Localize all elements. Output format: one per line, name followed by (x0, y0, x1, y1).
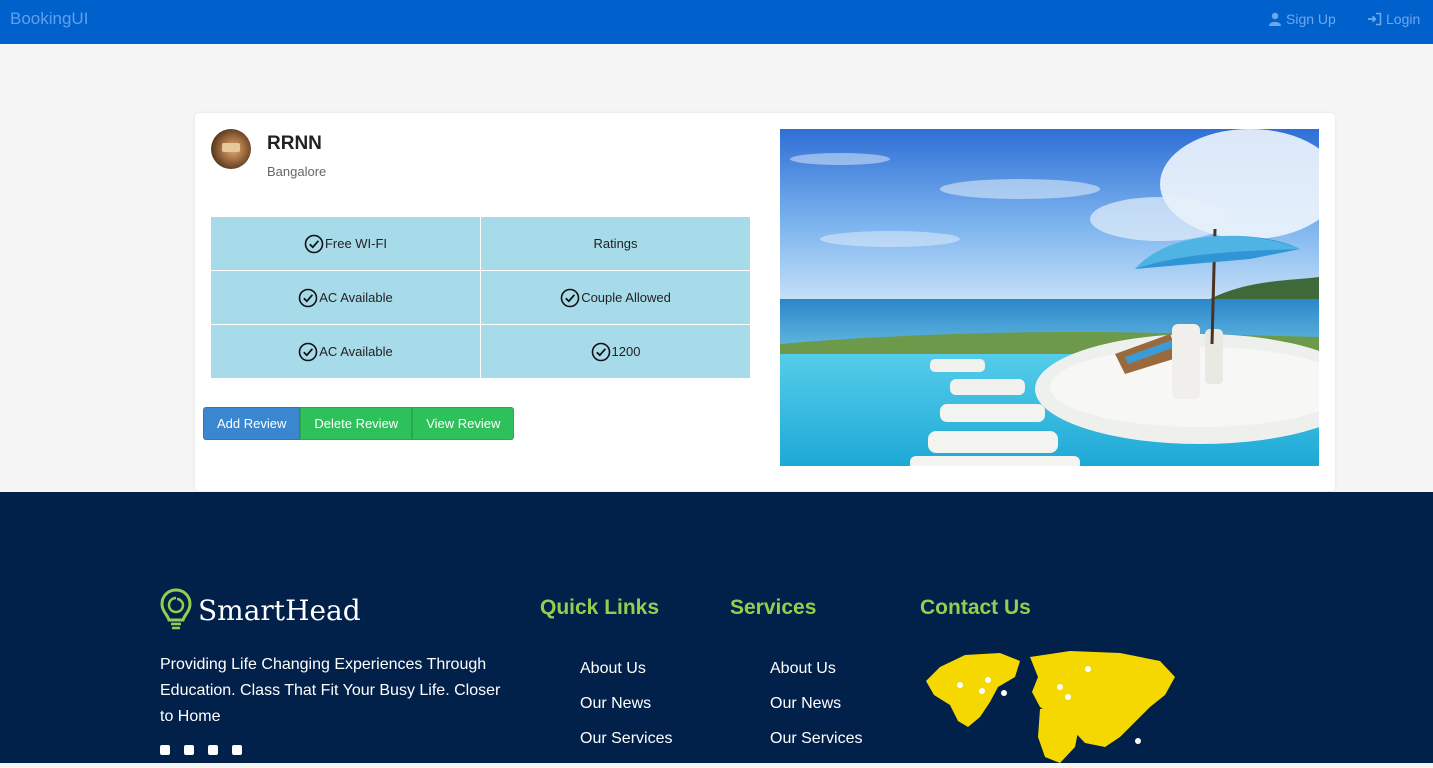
hotel-city: Bangalore (267, 164, 327, 179)
login-label: Login (1386, 11, 1421, 27)
contact-heading: Contact Us (920, 596, 1031, 619)
quick-links-list: About Us Our News Our Services (580, 660, 672, 765)
brand-link[interactable]: BookingUI (10, 9, 88, 29)
lightbulb-logo-icon (160, 588, 192, 630)
quick-link-about-us[interactable]: About Us (580, 660, 672, 695)
social-links (160, 745, 242, 755)
service-link-our-services[interactable]: Our Services (770, 730, 862, 765)
services-heading: Services (730, 596, 817, 619)
login-link[interactable]: Login (1367, 11, 1420, 27)
feature-cell: Free WI-FI (211, 217, 480, 270)
footer-logo[interactable]: SmartHead (160, 588, 361, 632)
feature-label: Couple Allowed (581, 290, 671, 305)
service-link-our-news[interactable]: Our News (770, 695, 862, 730)
quick-link-our-news[interactable]: Our News (580, 695, 672, 730)
user-icon (1269, 12, 1281, 26)
quick-link-our-services[interactable]: Our Services (580, 730, 672, 765)
feature-label: AC Available (319, 344, 393, 359)
delete-review-button[interactable]: Delete Review (300, 407, 413, 440)
service-link-about-us[interactable]: About Us (770, 660, 862, 695)
feature-cell: 1200 (481, 325, 750, 378)
review-button-group: Add Review Delete Review View Review (203, 407, 515, 440)
check-circle-icon (591, 342, 610, 361)
site-footer: SmartHead Providing Life Changing Experi… (0, 492, 1433, 763)
view-review-button[interactable]: View Review (412, 407, 515, 440)
feature-cell: Ratings (481, 217, 750, 270)
email-icon[interactable] (232, 745, 242, 755)
feature-label: Free WI-FI (324, 236, 388, 251)
check-circle-icon (560, 288, 580, 307)
feature-cell: Couple Allowed (481, 271, 750, 324)
check-circle-icon (298, 342, 318, 361)
add-review-button[interactable]: Add Review (203, 407, 301, 440)
feature-cell: AC Available (211, 325, 480, 378)
services-list: About Us Our News Our Services (770, 660, 862, 765)
world-map (920, 647, 1182, 763)
login-icon (1368, 12, 1382, 26)
signup-link[interactable]: Sign Up (1268, 11, 1336, 27)
check-circle-icon (298, 288, 318, 307)
facebook-icon[interactable] (160, 745, 170, 755)
hotel-avatar (211, 129, 251, 169)
footer-description: Providing Life Changing Experiences Thro… (160, 656, 501, 725)
logo-text: SmartHead (198, 593, 361, 627)
features-table: Free WI-FI Ratings AC Available Couple A… (211, 217, 750, 378)
signup-label: Sign Up (1286, 11, 1336, 27)
check-circle-icon (304, 234, 324, 253)
hotel-photo (780, 129, 1319, 466)
hotel-name: RRNN (267, 133, 322, 154)
feature-label: 1200 (611, 344, 641, 359)
hotel-card: RRNN Bangalore Free WI-FI Ratings AC Ava… (195, 113, 1335, 491)
feature-label: Ratings (593, 236, 638, 251)
top-navbar: BookingUI Sign Up Login (0, 0, 1433, 44)
quick-links-heading: Quick Links (540, 596, 660, 619)
twitter-icon[interactable] (184, 745, 194, 755)
feature-label: AC Available (319, 290, 393, 305)
google-plus-icon[interactable] (208, 745, 218, 755)
feature-cell: AC Available (211, 271, 480, 324)
